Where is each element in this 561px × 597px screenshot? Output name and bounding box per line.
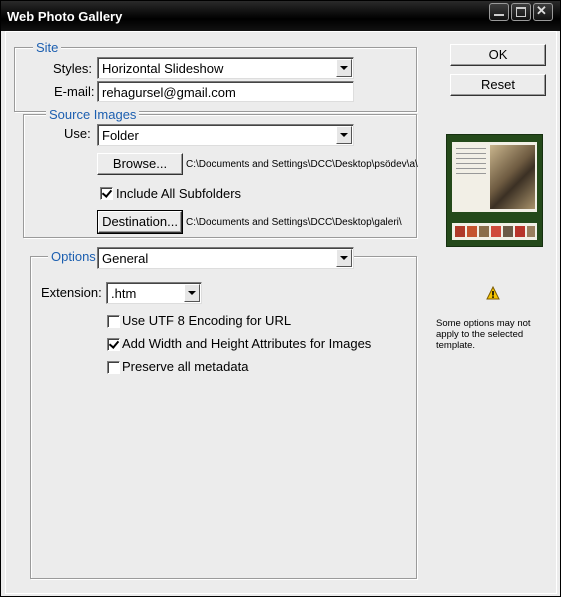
- preview-thumbnail-strip: [452, 223, 537, 240]
- ok-button[interactable]: OK: [450, 44, 546, 66]
- email-label: E-mail:: [54, 84, 95, 99]
- minimize-icon: [494, 14, 504, 16]
- include-subfolders-checkbox[interactable]: [100, 187, 113, 200]
- utf8-encoding-checkbox[interactable]: [107, 315, 120, 328]
- extension-label: Extension:: [41, 285, 102, 300]
- preview-text-lines: [456, 148, 486, 178]
- use-label: Use:: [64, 126, 91, 141]
- window-title: Web Photo Gallery: [7, 9, 123, 24]
- styles-label: Styles:: [53, 61, 93, 76]
- styles-select[interactable]: Horizontal Slideshow: [97, 57, 354, 79]
- destination-button[interactable]: Destination...: [97, 210, 183, 234]
- options-section-select[interactable]: General: [97, 247, 354, 269]
- chevron-down-icon[interactable]: [336, 249, 352, 267]
- preview-thumb: [503, 226, 513, 237]
- warning-text: Some options may not apply to the select…: [436, 318, 531, 351]
- preview-thumb: [491, 226, 501, 237]
- extension-select[interactable]: .htm: [106, 282, 202, 304]
- close-button[interactable]: ✕: [533, 3, 553, 21]
- preview-thumb: [527, 226, 535, 237]
- chevron-down-icon[interactable]: [184, 284, 200, 302]
- utf8-encoding-label[interactable]: Use UTF 8 Encoding for URL: [122, 313, 291, 328]
- include-subfolders-label[interactable]: Include All Subfolders: [116, 186, 241, 201]
- preview-thumb: [455, 226, 465, 237]
- email-field[interactable]: rehagursel@gmail.com: [97, 81, 354, 102]
- extension-select-value: .htm: [111, 286, 137, 301]
- minimize-button[interactable]: [489, 3, 509, 21]
- preview-page: [452, 142, 537, 212]
- title-bar[interactable]: Web Photo Gallery ✕: [1, 1, 560, 31]
- options-group: [30, 256, 417, 579]
- reset-button[interactable]: Reset: [450, 74, 546, 96]
- chevron-down-icon[interactable]: [336, 126, 352, 144]
- maximize-icon: [516, 7, 526, 17]
- email-field-value: rehagursel@gmail.com: [102, 85, 236, 100]
- use-select-value: Folder: [102, 128, 139, 143]
- options-legend: Options:: [48, 249, 103, 264]
- preview-photo: [490, 145, 535, 209]
- source-images-legend: Source Images: [46, 107, 140, 122]
- browse-button[interactable]: Browse...: [97, 153, 183, 175]
- preview-thumb: [479, 226, 489, 237]
- preserve-metadata-label[interactable]: Preserve all metadata: [122, 359, 248, 374]
- site-legend: Site: [33, 40, 62, 55]
- preview-thumb: [467, 226, 477, 237]
- options-section-value: General: [102, 251, 149, 266]
- warning-icon: [486, 286, 500, 300]
- maximize-button[interactable]: [511, 3, 531, 21]
- close-icon: ✕: [536, 3, 547, 18]
- preview-thumb: [515, 226, 525, 237]
- width-height-attributes-label[interactable]: Add Width and Height Attributes for Imag…: [122, 336, 371, 351]
- destination-path: C:\Documents and Settings\DCC\Desktop\ga…: [186, 217, 402, 228]
- dialog-body: Site Styles: Horizontal Slideshow E-mail…: [5, 31, 557, 594]
- template-preview-thumbnail: [446, 134, 543, 247]
- web-photo-gallery-dialog: Web Photo Gallery ✕ Site Styles: Horizon…: [0, 0, 561, 597]
- use-select[interactable]: Folder: [97, 124, 354, 146]
- chevron-down-icon[interactable]: [336, 59, 352, 77]
- preserve-metadata-checkbox[interactable]: [107, 361, 120, 374]
- browse-path: C:\Documents and Settings\DCC\Desktop\ps…: [186, 159, 418, 170]
- width-height-attributes-checkbox[interactable]: [107, 338, 120, 351]
- styles-select-value: Horizontal Slideshow: [102, 61, 224, 76]
